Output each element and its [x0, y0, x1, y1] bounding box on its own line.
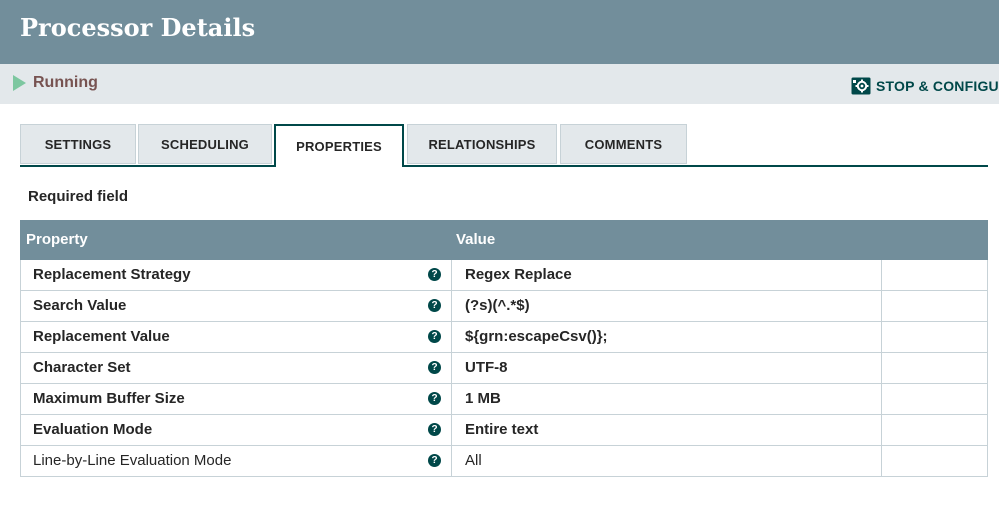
column-divider	[451, 322, 452, 352]
properties-table: Property Value Replacement Strategy ? Re…	[20, 220, 988, 477]
property-name: Line-by-Line Evaluation Mode	[33, 452, 232, 469]
run-status: Running	[13, 64, 98, 104]
property-value[interactable]: Regex Replace	[465, 260, 572, 290]
property-value[interactable]: All	[465, 446, 482, 476]
gear-stop-icon	[851, 77, 871, 95]
tab-relationships[interactable]: RELATIONSHIPS	[407, 124, 557, 164]
property-value[interactable]: 1 MB	[465, 384, 501, 414]
property-name: Replacement Strategy	[33, 266, 191, 283]
value-column-header[interactable]: Value	[456, 220, 495, 260]
property-value[interactable]: ${grn:escapeCsv()};	[465, 322, 608, 352]
column-divider	[881, 260, 882, 290]
property-name: Maximum Buffer Size	[33, 390, 185, 407]
table-row[interactable]: Character Set ? UTF-8	[20, 353, 988, 384]
tab-settings[interactable]: SETTINGS	[20, 124, 136, 164]
help-icon[interactable]: ?	[428, 361, 441, 374]
help-icon[interactable]: ?	[428, 454, 441, 467]
stop-configure-label: STOP & CONFIGURE	[876, 78, 999, 94]
column-divider	[451, 384, 452, 414]
play-icon	[13, 75, 26, 91]
property-name: Evaluation Mode	[33, 421, 153, 438]
dialog-title: Processor Details	[20, 13, 256, 42]
table-row[interactable]: Replacement Strategy ? Regex Replace	[20, 260, 988, 291]
help-icon[interactable]: ?	[428, 330, 441, 343]
column-divider	[881, 291, 882, 321]
property-value[interactable]: (?s)(^.*$)	[465, 291, 530, 321]
property-name: Replacement Value	[33, 328, 170, 345]
table-row[interactable]: Evaluation Mode ? Entire text	[20, 415, 988, 446]
tab-comments[interactable]: COMMENTS	[560, 124, 687, 164]
column-divider	[451, 446, 452, 476]
column-divider	[451, 353, 452, 383]
help-icon[interactable]: ?	[428, 268, 441, 281]
property-name: Search Value	[33, 297, 127, 314]
help-icon[interactable]: ?	[428, 392, 441, 405]
column-divider	[451, 415, 452, 445]
column-divider	[881, 353, 882, 383]
dialog-header: Processor Details	[0, 0, 999, 64]
tab-underline	[20, 165, 988, 167]
table-row[interactable]: Line-by-Line Evaluation Mode ? All	[20, 446, 988, 477]
table-row[interactable]: Maximum Buffer Size ? 1 MB	[20, 384, 988, 415]
tab-properties[interactable]: PROPERTIES	[274, 124, 404, 167]
table-row[interactable]: Search Value ? (?s)(^.*$)	[20, 291, 988, 322]
status-label: Running	[33, 74, 98, 91]
table-header: Property Value	[20, 220, 988, 260]
column-divider	[881, 322, 882, 352]
tab-bar: SETTINGS SCHEDULING PROPERTIES RELATIONS…	[20, 124, 988, 167]
column-divider	[881, 384, 882, 414]
column-divider	[881, 446, 882, 476]
property-value[interactable]: UTF-8	[465, 353, 508, 383]
property-value[interactable]: Entire text	[465, 415, 538, 445]
table-row[interactable]: Replacement Value ? ${grn:escapeCsv()};	[20, 322, 988, 353]
column-divider	[881, 415, 882, 445]
help-icon[interactable]: ?	[428, 299, 441, 312]
stop-configure-button[interactable]: STOP & CONFIGURE	[851, 66, 999, 104]
property-name: Character Set	[33, 359, 131, 376]
required-field-label: Required field	[28, 188, 129, 205]
tab-scheduling[interactable]: SCHEDULING	[138, 124, 272, 164]
status-bar: Running STOP & CONFIGURE	[0, 64, 999, 104]
property-column-header[interactable]: Property	[26, 220, 88, 260]
column-divider	[451, 260, 452, 290]
column-divider	[451, 291, 452, 321]
help-icon[interactable]: ?	[428, 423, 441, 436]
